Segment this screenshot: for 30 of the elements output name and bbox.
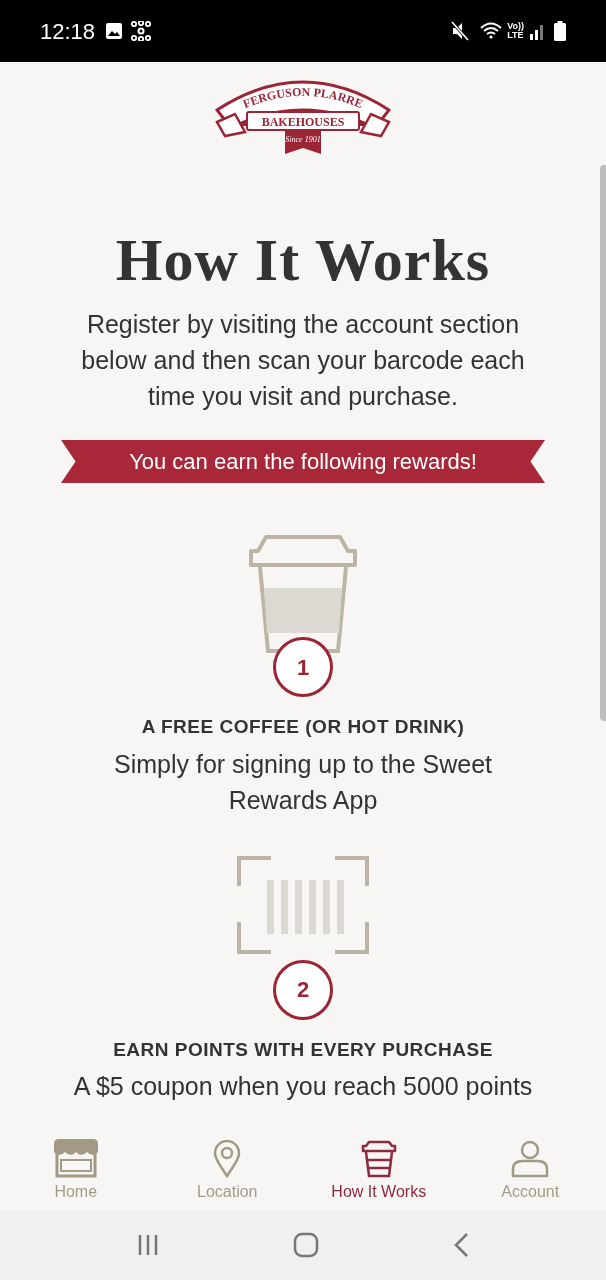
map-pin-icon <box>213 1140 242 1178</box>
network-icon <box>131 21 152 41</box>
recent-apps-icon[interactable] <box>137 1234 159 1256</box>
rewards-banner: You can earn the following rewards! <box>61 440 545 483</box>
back-icon[interactable] <box>453 1232 469 1258</box>
intro-paragraph: Register by visiting the account section below and then scan your barcode each time you visit and purchase. <box>80 309 526 412</box>
page-title: How It Works <box>115 228 491 292</box>
reward-description: Simply for signing up to the Sweet Rewards App <box>113 748 493 816</box>
bakehouse-logo: FERGUSON PLARRE BAKEHOUSES Since 1901 <box>215 78 391 156</box>
image-icon <box>105 22 124 40</box>
tab[interactable]: Account <box>454 1128 606 1210</box>
reward-heading: EARN POINTS WITH EVERY PURCHASE <box>113 1037 493 1062</box>
status-time: 12:18 <box>40 17 96 46</box>
tab[interactable]: How It Works <box>303 1128 455 1210</box>
signal-icon <box>530 22 546 40</box>
home-icon[interactable] <box>293 1232 319 1258</box>
person-icon <box>511 1140 550 1178</box>
tab[interactable]: Location <box>151 1128 303 1210</box>
reward-description: A $5 coupon when you reach 5000 points <box>72 1071 534 1102</box>
mute-icon <box>451 21 470 41</box>
network-type: LTE <box>507 31 524 40</box>
tab[interactable]: Home <box>0 1128 152 1210</box>
battery-icon <box>554 21 566 41</box>
barcode-scan-icon <box>237 855 369 956</box>
reward-heading: A FREE COFFEE (OR HOT DRINK) <box>141 715 465 739</box>
volte-label: Vo)) <box>507 22 524 31</box>
step-number: 2 <box>273 959 333 1020</box>
wifi-icon <box>479 21 504 41</box>
step-number: 1 <box>273 637 333 697</box>
coffee-cup-icon <box>360 1140 397 1178</box>
